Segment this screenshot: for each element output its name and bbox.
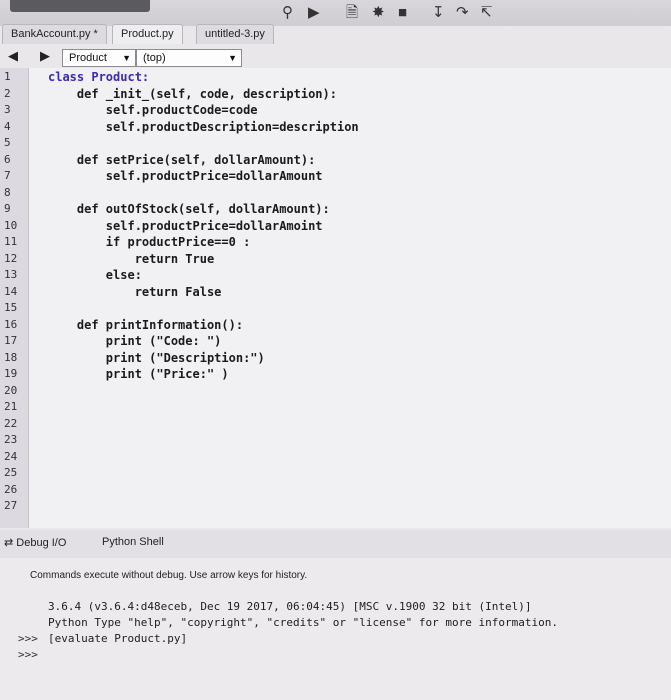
line-number: 18 xyxy=(4,351,18,364)
shell-prompt: >>> xyxy=(18,632,38,645)
back-arrow-icon[interactable]: ◀ xyxy=(8,48,18,64)
shell-tabs: ⇄ Debug I/O Python Shell xyxy=(0,530,671,558)
line-number: 15 xyxy=(4,301,18,314)
step-out-icon[interactable]: ↸ xyxy=(480,4,493,22)
code-line: print ("Description:") xyxy=(48,351,265,365)
code-line: print ("Code: ") xyxy=(48,334,222,348)
document-icon[interactable]: 🗎 xyxy=(346,4,358,22)
chevron-down-icon: ▼ xyxy=(122,53,131,63)
line-number: 19 xyxy=(4,367,18,380)
line-number: 3 xyxy=(4,103,11,116)
shell-output-line: Python Type "help", "copyright", "credit… xyxy=(48,616,558,629)
shell-prompt[interactable]: >>> xyxy=(18,648,38,661)
line-number: 21 xyxy=(4,400,18,413)
line-number: 16 xyxy=(4,318,18,331)
run-icon[interactable]: ▶ xyxy=(308,4,320,22)
stop-icon[interactable]: ■ xyxy=(398,4,407,22)
tab-debug-io-label: Debug I/O xyxy=(16,537,67,549)
line-number: 27 xyxy=(4,499,18,512)
navigation-bar: ◀ ▶ Product ▼ (top) ▼ xyxy=(0,46,671,68)
line-number: 2 xyxy=(4,87,11,100)
line-number: 25 xyxy=(4,466,18,479)
shell-hint: Commands execute without debug. Use arro… xyxy=(30,570,308,581)
line-number: 20 xyxy=(4,384,18,397)
code-line: if productPrice==0 : xyxy=(48,235,251,249)
line-number: 8 xyxy=(4,186,11,199)
search-icon[interactable]: ⚲ xyxy=(282,4,293,22)
forward-arrow-icon[interactable]: ▶ xyxy=(40,48,50,64)
line-number: 10 xyxy=(4,219,18,232)
pane-grip-icon: ⇄ xyxy=(4,537,17,549)
line-number: 26 xyxy=(4,483,18,496)
tab-untitled-3[interactable]: untitled-3.py xyxy=(196,24,274,44)
file-tabs: BankAccount.py * Product.py untitled-3.p… xyxy=(0,22,671,44)
code-line: return False xyxy=(48,285,222,299)
class-selector[interactable]: Product ▼ xyxy=(62,49,136,67)
line-number: 24 xyxy=(4,450,18,463)
tab-product[interactable]: Product.py xyxy=(112,24,183,44)
toolbar-strip xyxy=(10,0,150,12)
code-line: else: xyxy=(48,268,142,282)
python-shell[interactable]: Commands execute without debug. Use arro… xyxy=(0,558,671,700)
code-line: self.productDescription=description xyxy=(48,120,359,134)
code-line: class Product: xyxy=(48,70,150,84)
debug-icon[interactable]: ✸ xyxy=(372,4,385,22)
step-over-icon[interactable]: ↷ xyxy=(456,4,469,22)
line-number: 5 xyxy=(4,136,11,149)
line-number: 22 xyxy=(4,417,18,430)
code-line: self.productPrice=dollarAmount xyxy=(48,169,323,183)
line-number: 13 xyxy=(4,268,18,281)
code-line: def _init_(self, code, description): xyxy=(48,87,337,101)
code-line: self.productPrice=dollarAmoint xyxy=(48,219,323,233)
line-number: 11 xyxy=(4,235,18,248)
code-line: def outOfStock(self, dollarAmount): xyxy=(48,202,330,216)
code-editor[interactable]: 1 2 3 4 5 6 7 8 9 10 11 12 13 14 15 16 1… xyxy=(0,68,671,528)
line-number-gutter: 1 2 3 4 5 6 7 8 9 10 11 12 13 14 15 16 1… xyxy=(0,68,29,528)
line-number: 17 xyxy=(4,334,18,347)
code-line: def setPrice(self, dollarAmount): xyxy=(48,153,316,167)
class-selector-value: Product xyxy=(69,52,107,64)
line-number: 12 xyxy=(4,252,18,265)
scope-selector-value: (top) xyxy=(143,52,166,64)
tab-python-shell[interactable]: Python Shell xyxy=(102,536,164,548)
code-line: return True xyxy=(48,252,215,266)
scope-selector[interactable]: (top) ▼ xyxy=(136,49,242,67)
line-number: 9 xyxy=(4,202,11,215)
step-icon[interactable]: ↧ xyxy=(432,4,445,22)
line-number: 1 xyxy=(4,70,11,83)
tab-debug-io[interactable]: ⇄ Debug I/O xyxy=(4,536,66,549)
line-number: 23 xyxy=(4,433,18,446)
code-line: self.productCode=code xyxy=(48,103,258,117)
shell-output-line: [evaluate Product.py] xyxy=(48,632,188,645)
tab-bankaccount[interactable]: BankAccount.py * xyxy=(2,24,107,44)
code-line: print ("Price:" ) xyxy=(48,367,229,381)
chevron-down-icon: ▼ xyxy=(228,53,237,63)
line-number: 4 xyxy=(4,120,11,133)
line-number: 6 xyxy=(4,153,11,166)
code-line: def printInformation(): xyxy=(48,318,244,332)
shell-output-line: 3.6.4 (v3.6.4:d48eceb, Dec 19 2017, 06:0… xyxy=(48,600,532,613)
line-number: 7 xyxy=(4,169,11,182)
line-number: 14 xyxy=(4,285,18,298)
